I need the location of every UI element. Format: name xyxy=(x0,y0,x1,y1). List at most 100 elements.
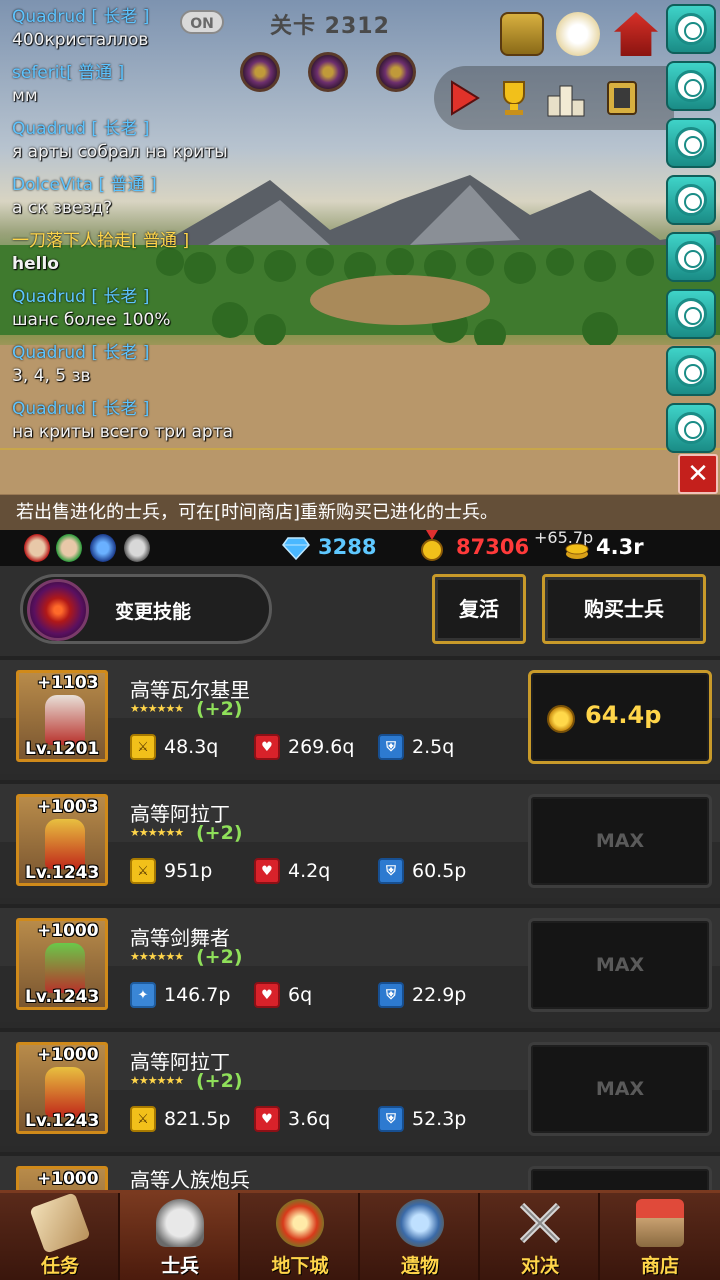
attack-stat: ⚔ 951p xyxy=(130,858,212,884)
gold-medal-icon xyxy=(421,530,443,561)
upgrade-button[interactable]: MAX xyxy=(528,918,712,1012)
upgrade-button[interactable] xyxy=(528,1166,712,1190)
nav-dungeon[interactable]: 地下城 xyxy=(240,1193,360,1280)
nav-quests[interactable]: 任务 xyxy=(0,1192,120,1280)
action-row: 变更技能 复活 购买士兵 xyxy=(0,566,720,656)
globe-chat-icon xyxy=(675,13,707,45)
chat-channel-button[interactable] xyxy=(666,61,716,111)
defense-stat: ⛨ 2.5q xyxy=(378,734,454,760)
soldier-row: +1003 Lv.1243 高等阿拉丁 ★★★★★★ (+2) ⚔ 951p ♥ 4… xyxy=(0,780,720,898)
nav-label: 地下城 xyxy=(271,1255,329,1277)
soldier-plus-level: +1000 xyxy=(37,1045,99,1065)
chat-username[interactable]: DolceVita xyxy=(12,175,93,195)
shield-icon: ⛨ xyxy=(378,858,404,884)
soldier-stars: ★★★★★★ xyxy=(130,702,184,715)
notice-banner: 若出售进化的士兵，可在[时间商店]重新购买已进化的士兵。 xyxy=(0,494,720,530)
soldier-portrait[interactable]: +1003 Lv.1243 xyxy=(16,794,108,886)
chat-channel-button[interactable] xyxy=(666,289,716,339)
defense-value: 2.5q xyxy=(412,736,455,758)
chat-rank: [ 长老 ] xyxy=(91,399,150,419)
chat-username[interactable]: 一刀落下人拾走 xyxy=(12,231,131,251)
chat-channel-button[interactable] xyxy=(666,4,716,54)
chat-channel-button[interactable] xyxy=(666,403,716,453)
defense-stat: ⛨ 22.9p xyxy=(378,982,466,1008)
soldier-portrait[interactable]: +1000 Lv.1243 xyxy=(16,918,108,1010)
hero-avatar-icon[interactable] xyxy=(124,534,150,562)
attack-value: 48.3q xyxy=(164,736,219,758)
attack-value: 821.5p xyxy=(164,1108,231,1130)
chat-username[interactable]: Quadrud xyxy=(12,287,86,307)
sword-icon: ⚔ xyxy=(130,858,156,884)
upgrade-button[interactable]: MAX xyxy=(528,1042,712,1136)
soldier-bonus: (+2) xyxy=(196,822,243,844)
chat-entry: Quadrud [ 长老 ] 3, 4, 5 зв xyxy=(12,342,652,389)
chat-message: на криты всего три арта xyxy=(12,422,234,442)
chat-username[interactable]: Quadrud xyxy=(12,119,86,139)
chat-channel-button[interactable] xyxy=(666,175,716,225)
nav-relics[interactable]: 遗物 xyxy=(360,1193,480,1280)
defense-value: 60.5p xyxy=(412,860,467,882)
chat-channel-button[interactable] xyxy=(666,346,716,396)
chat-entry: 一刀落下人拾走[ 普通 ] hello xyxy=(12,230,652,277)
defense-value: 52.3p xyxy=(412,1108,467,1130)
skill-eye-icon xyxy=(27,579,89,641)
globe-chat-icon xyxy=(675,412,707,444)
hero-avatar-icon[interactable] xyxy=(24,534,50,562)
hp-value: 6q xyxy=(288,984,313,1006)
soldier-row: +1000 Lv.1243 高等阿拉丁 ★★★★★★ (+2) ⚔ 821.5p … xyxy=(0,1028,720,1146)
sword-icon: ⚔ xyxy=(130,734,156,760)
soldier-level: Lv.1243 xyxy=(25,987,100,1007)
change-skill-button[interactable]: 变更技能 xyxy=(20,574,272,644)
chat-rank: [ 普通 ] xyxy=(131,231,190,251)
chat-rank: [ 长老 ] xyxy=(91,343,150,363)
attack-value: 146.7p xyxy=(164,984,231,1006)
chat-username[interactable]: Quadrud xyxy=(12,7,86,27)
chat-channel-button[interactable] xyxy=(666,118,716,168)
attack-stat: ✦ 146.7p xyxy=(130,982,230,1008)
soldier-list[interactable]: +1103 Lv.1201 高等瓦尔基里 ★★★★★★ (+2) ⚔ 48.3q … xyxy=(0,656,720,1190)
hp-value: 3.6q xyxy=(288,1108,331,1130)
nav-soldiers[interactable]: 士兵 xyxy=(120,1193,240,1280)
crossed-swords-icon xyxy=(519,1202,561,1244)
upgrade-button[interactable]: 64.4p xyxy=(528,670,712,764)
chat-message: я арты собрал на криты xyxy=(12,142,228,162)
hp-stat: ♥ 3.6q xyxy=(254,1106,330,1132)
soldier-plus-level: +1103 xyxy=(37,673,99,693)
hero-avatar-icon[interactable] xyxy=(90,534,116,562)
coin-stack-icon xyxy=(565,543,589,559)
chat-entry: seferit[ 普通 ] мм xyxy=(12,62,652,109)
revive-button[interactable]: 复活 xyxy=(432,574,526,644)
upgrade-button[interactable]: MAX xyxy=(528,794,712,888)
buy-soldier-button[interactable]: 购买士兵 xyxy=(542,574,706,644)
soldier-portrait[interactable]: +1103 Lv.1201 xyxy=(16,670,108,762)
chat-username[interactable]: Quadrud xyxy=(12,343,86,363)
battle-scene: 关卡 2312 ON Quadrud [ 长老 ] 400кристаллов … xyxy=(0,0,720,530)
nav-label: 遗物 xyxy=(400,1255,439,1277)
nav-shop[interactable]: 商店 xyxy=(600,1193,720,1280)
soldier-name: 高等人族炮兵 xyxy=(130,1168,250,1190)
globe-chat-icon xyxy=(675,184,707,216)
soldier-portrait[interactable]: +1000 Lv.1243 xyxy=(16,1042,108,1134)
soldier-bonus: (+2) xyxy=(196,1070,243,1092)
nav-duel[interactable]: 对决 xyxy=(480,1193,600,1280)
hp-value: 4.2q xyxy=(288,860,331,882)
soldier-portrait[interactable]: +1000 xyxy=(16,1166,108,1190)
close-chat-button[interactable]: ✕ xyxy=(678,454,718,494)
hp-stat: ♥ 269.6q xyxy=(254,734,354,760)
hp-value: 269.6q xyxy=(288,736,355,758)
hp-stat: ♥ 4.2q xyxy=(254,858,330,884)
magic-wand-icon: ✦ xyxy=(130,982,156,1008)
shield-icon: ⛨ xyxy=(378,1106,404,1132)
soldier-plus-level: +1003 xyxy=(37,797,99,817)
attack-value: 951p xyxy=(164,860,213,882)
hero-avatar-icon[interactable] xyxy=(56,534,82,562)
chat-channel-button[interactable] xyxy=(666,232,716,282)
aladdin-icon xyxy=(45,819,85,869)
bottom-nav: 任务 士兵 地下城 遗物 对决 商店 xyxy=(0,1190,720,1280)
chat-message: 3, 4, 5 зв xyxy=(12,366,91,386)
chat-rank: [ 长老 ] xyxy=(91,119,150,139)
chat-username[interactable]: seferit xyxy=(12,63,66,83)
chat-entry: DolceVita [ 普通 ] а ск звезд? xyxy=(12,174,652,221)
chat-username[interactable]: Quadrud xyxy=(12,399,86,419)
max-label: MAX xyxy=(595,954,645,976)
